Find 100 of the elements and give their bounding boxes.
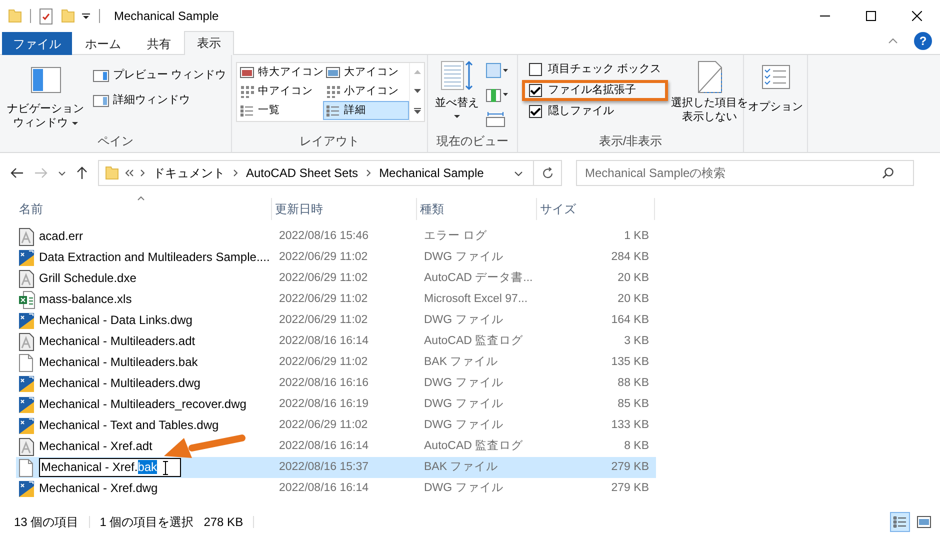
layout-option[interactable]: 中アイコン (237, 82, 323, 101)
scroll-down-icon[interactable] (414, 88, 420, 93)
column-header[interactable]: サイズ (537, 198, 655, 220)
file-name[interactable]: Mechanical - Multileaders.bak (39, 355, 198, 370)
checkbox-option[interactable]: 項目チェック ボックス (522, 59, 668, 80)
sort-button[interactable]: 並べ替え (432, 59, 482, 134)
breadcrumb-item[interactable]: ドキュメント (151, 166, 227, 180)
details-view-button[interactable] (890, 512, 910, 532)
size-cell-text: 135 KB (610, 356, 650, 370)
file-name[interactable]: Mechanical - Multileaders.adt (39, 334, 196, 349)
layout-option[interactable]: 特大アイコン (237, 63, 323, 82)
file-row[interactable]: Mechanical - Data Links.dwg 2022/06/29 11:02 DWG ファイル 164 KB (16, 310, 656, 331)
list-icon (326, 104, 340, 118)
more-icon[interactable] (414, 108, 420, 114)
ribbon-tab[interactable]: ホーム (72, 32, 134, 55)
options-button[interactable]: オプション (745, 59, 806, 150)
drawing-file-icon (19, 374, 35, 392)
size-cell-text: 1 KB (623, 230, 650, 244)
dropdown-icon[interactable] (81, 11, 91, 21)
checkbox-option[interactable]: ファイル名拡張子 (522, 80, 668, 102)
file-name[interactable]: Mechanical - Data Links.dwg (39, 313, 192, 328)
selection-size: 278 KB (204, 514, 244, 530)
column-header[interactable]: 名前 (16, 198, 272, 220)
file-name[interactable]: Mechanical - Xref.adt (39, 439, 152, 454)
folder-icon (105, 165, 119, 181)
rename-field[interactable]: Mechanical - Xref.bak (39, 458, 181, 477)
size-cell-text: 8 KB (623, 440, 650, 454)
file-row[interactable]: Data Extraction and Multileaders Sample.... 2022/06/29 11:02 DWG ファイル 284 KB (16, 247, 656, 268)
preview-pane-button[interactable]: プレビュー ウィンドウ (91, 67, 228, 84)
file-name[interactable]: Mechanical - Xref.dwg (39, 481, 158, 496)
checkbox-option[interactable]: 隠しファイル (522, 101, 668, 123)
navigation-pane-button[interactable]: ナビゲーション ウィンドウ (4, 59, 87, 134)
overflow-chevrons-icon (125, 169, 134, 177)
file-row[interactable]: Mechanical - Multileaders.dwg 2022/08/16 16:16 DWG ファイル 88 KB (16, 373, 656, 394)
details-pane-button[interactable]: 詳細ウィンドウ (91, 92, 228, 110)
file-name[interactable]: Mechanical - Text and Tables.dwg (39, 418, 219, 433)
file-name[interactable]: mass-balance.xls (39, 292, 132, 307)
ribbon-tab[interactable]: 表示 (184, 31, 234, 55)
drawing-file-icon (19, 480, 35, 498)
address-dropdown-icon[interactable] (514, 170, 523, 176)
file-row[interactable]: acad.err 2022/08/16 15:46 エラー ログ 1 KB (16, 226, 656, 247)
date-cell-text: 2022/06/29 11:02 (278, 314, 369, 328)
file-row[interactable]: Mechanical - Text and Tables.dwg 2022/06/29 11:02 DWG ファイル 133 KB (16, 415, 656, 436)
layout-option[interactable]: 一覧 (237, 101, 323, 120)
file-name[interactable]: Mechanical - Multileaders.dwg (39, 376, 200, 391)
layout-option[interactable]: 詳細 (323, 101, 409, 120)
caret-icon (454, 114, 460, 118)
size-cell-text: 20 KB (616, 292, 650, 306)
file-name[interactable]: Grill Schedule.dxe (39, 271, 136, 286)
text-cursor-icon (162, 460, 169, 474)
address-bar[interactable]: ドキュメント AutoCAD Sheet Sets Mechanical Sample (98, 160, 562, 186)
group-label: レイアウト (298, 134, 360, 150)
type-cell-text: AutoCAD データ書... (423, 272, 534, 286)
checkbox[interactable] (529, 63, 542, 76)
size-cell-text: 133 KB (610, 418, 650, 432)
column-header[interactable]: 種類 (417, 198, 537, 220)
layout-option[interactable]: 大アイコン (323, 63, 409, 82)
file-row[interactable]: mass-balance.xls 2022/06/29 11:02 Microsoft Excel 97... 20 KB (16, 289, 656, 310)
spreadsheet-icon (19, 290, 35, 308)
checkbox[interactable] (529, 84, 542, 98)
drawing-file-icon (19, 248, 35, 266)
help-button[interactable]: ? (914, 32, 932, 50)
breadcrumb-item[interactable]: AutoCAD Sheet Sets (244, 166, 360, 180)
layout-option[interactable]: 小アイコン (323, 82, 409, 101)
search-field[interactable]: Mechanical Sampleの検索 (576, 160, 914, 186)
back-icon[interactable] (10, 167, 24, 179)
window-title: Mechanical Sample (114, 8, 219, 24)
checklist-icon[interactable] (39, 8, 53, 24)
file-row[interactable]: Mechanical - Multileaders.adt 2022/08/16 16:14 AutoCAD 監査ログ 3 KB (16, 331, 656, 352)
group-label: 現在のビュー (436, 134, 510, 150)
file-name[interactable]: Mechanical - Multileaders_recover.dwg (39, 397, 246, 412)
file-tab[interactable]: ファイル (2, 32, 72, 55)
fit-columns-icon[interactable] (486, 111, 508, 127)
group-by-icon[interactable] (486, 63, 508, 79)
blank-file-icon (19, 354, 35, 372)
date-cell-text: 2022/06/29 11:02 (278, 292, 369, 306)
column-header[interactable]: 更新日時 (272, 198, 417, 220)
file-row[interactable]: Mechanical - Xref.adt 2022/08/16 16:14 AutoCAD 監査ログ 8 KB (16, 436, 656, 457)
file-name[interactable]: Data Extraction and Multileaders Sample.... (39, 250, 270, 265)
refresh-icon[interactable] (542, 167, 554, 179)
up-icon[interactable] (76, 166, 88, 180)
file-row[interactable]: Mechanical - Xref.bak 2022/08/16 15:37 BAK ファイル 279 KB (16, 457, 656, 478)
ribbon-tab[interactable]: 共有 (134, 32, 184, 55)
date-cell-text: 2022/08/16 15:46 (278, 230, 370, 244)
file-row[interactable]: Mechanical - Xref.dwg 2022/08/16 16:14 DWG ファイル 279 KB (16, 478, 656, 499)
size-cell-text: 85 KB (616, 398, 650, 412)
type-cell-text: BAK ファイル (423, 356, 500, 370)
checkbox[interactable] (529, 105, 542, 118)
file-row[interactable]: Mechanical - Multileaders_recover.dwg 2022/08/16 16:19 DWG ファイル 85 KB (16, 394, 656, 415)
size-cell-text: 279 KB (610, 460, 650, 474)
date-cell-text: 2022/08/16 16:16 (278, 376, 370, 390)
add-columns-icon[interactable] (486, 87, 508, 103)
file-name[interactable]: acad.err (39, 229, 84, 244)
file-row[interactable]: Grill Schedule.dxe 2022/06/29 11:02 AutoCAD データ書... 20 KB (16, 268, 656, 289)
breadcrumb-item[interactable]: Mechanical Sample (377, 166, 486, 180)
file-row[interactable]: Mechanical - Multileaders.bak 2022/06/29 11:02 BAK ファイル 135 KB (16, 352, 656, 373)
document-icon (19, 270, 35, 288)
type-cell-text: AutoCAD 監査ログ (423, 440, 524, 454)
recent-locations-icon[interactable] (58, 170, 66, 176)
collapse-ribbon-icon[interactable] (888, 38, 898, 44)
